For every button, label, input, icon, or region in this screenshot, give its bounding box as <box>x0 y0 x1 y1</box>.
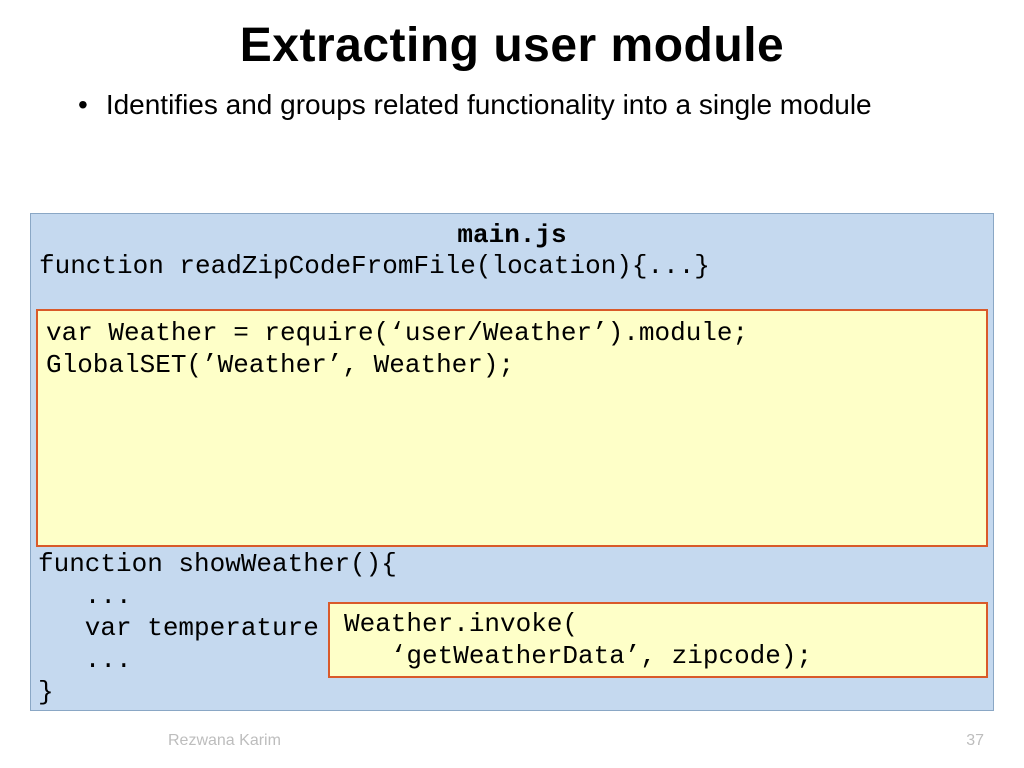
slide: Extracting user module • Identifies and … <box>0 0 1024 768</box>
slide-title: Extracting user module <box>0 0 1024 73</box>
code-line: GlobalSET(’Weather’, Weather); <box>46 349 978 381</box>
bullet-icon: • <box>78 87 88 123</box>
bullet-item: • Identifies and groups related function… <box>78 87 976 123</box>
bullet-list: • Identifies and groups related function… <box>0 73 1024 123</box>
code-line: ‘getWeatherData’, zipcode); <box>344 640 972 672</box>
highlight-box-top: var Weather = require(‘user/Weather’).mo… <box>36 309 988 547</box>
code-line: function readZipCodeFromFile(location){.… <box>39 250 985 282</box>
file-label: main.js <box>31 214 993 250</box>
code-line: var Weather = require(‘user/Weather’).mo… <box>46 317 978 349</box>
footer-author: Rezwana Karim <box>168 732 281 750</box>
code-line: } <box>38 676 986 708</box>
bullet-text: Identifies and groups related functional… <box>106 87 872 123</box>
footer-page-number: 37 <box>966 732 984 750</box>
footer: Rezwana Karim 37 <box>0 732 1024 750</box>
highlight-box-bottom: Weather.invoke( ‘getWeatherData’, zipcod… <box>328 602 988 678</box>
code-line: Weather.invoke( <box>344 608 972 640</box>
code-line: function showWeather(){ <box>38 548 986 580</box>
code-top-block: function readZipCodeFromFile(location){.… <box>31 250 993 282</box>
